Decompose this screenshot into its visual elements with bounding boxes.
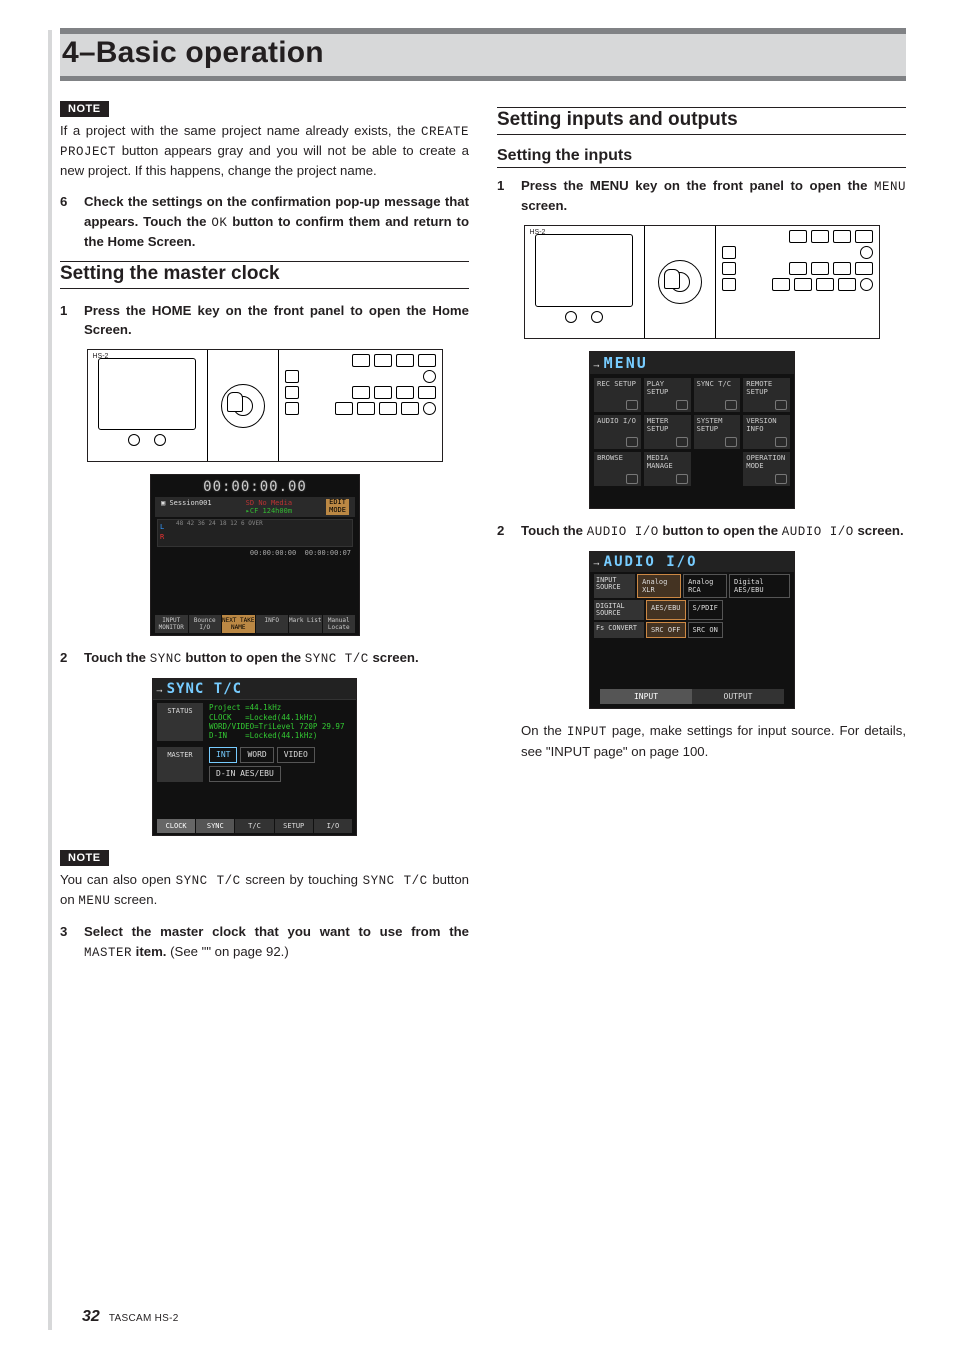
figure-front-panel-menu: HS-2 <box>524 225 880 339</box>
hand-icon <box>227 392 243 412</box>
figure-audio-io-screen: ⟶ AUDIO I/O INPUT SOURCEAnalog XLRAnalog… <box>589 551 795 709</box>
ok-button-label: OK <box>211 216 227 230</box>
right-column: Setting inputs and outputs Setting the i… <box>497 99 906 972</box>
step-6: 6 Check the settings on the confirmation… <box>60 192 469 250</box>
mc-step-3: 3 Select the master clock that you want … <box>60 922 469 961</box>
page-number: 32 <box>82 1308 100 1325</box>
in-step-2: 2 Touch the AUDIO I/O button to open the… <box>497 521 906 541</box>
note-sync-tc-open: You can also open SYNC T/C screen by tou… <box>60 870 469 910</box>
figure-sync-tc-screen: ⟶ SYNC T/C STATUSProject =44.1kHz CLOCK … <box>152 678 357 836</box>
left-column: NOTE If a project with the same project … <box>60 99 469 972</box>
subsection-inputs: Setting the inputs <box>497 147 906 168</box>
hand-icon <box>664 269 680 289</box>
figure-menu-screen: ⟶ MENU REC SETUP PLAY SETUP SYNC T/C REM… <box>589 351 795 509</box>
note-label-2: NOTE <box>60 850 109 866</box>
mc-step-1: 1 Press the HOME key on the front panel … <box>60 301 469 339</box>
section-master-clock: Setting the master clock <box>60 261 469 289</box>
page-spine <box>48 30 52 1330</box>
input-page-note: On the INPUT page, make settings for inp… <box>521 721 906 760</box>
footer-model: TASCAM HS-2 <box>109 1313 179 1324</box>
note-project-exists: If a project with the same project name … <box>60 121 469 180</box>
chapter-heading: 4–Basic operation <box>60 28 906 81</box>
chapter-title: 4–Basic operation <box>60 36 906 70</box>
mc-step-2: 2 Touch the SYNC button to open the SYNC… <box>60 648 469 668</box>
in-step-1: 1 Press the MENU key on the front panel … <box>497 176 906 215</box>
note-label: NOTE <box>60 101 109 117</box>
section-io: Setting inputs and outputs <box>497 107 906 135</box>
figure-front-panel-home: HS-2 <box>87 349 443 462</box>
page-footer: 32 TASCAM HS-2 <box>82 1308 179 1326</box>
figure-home-screen: 00:00:00.00 ▣ Session001SD No Media▸CF 1… <box>150 474 360 636</box>
